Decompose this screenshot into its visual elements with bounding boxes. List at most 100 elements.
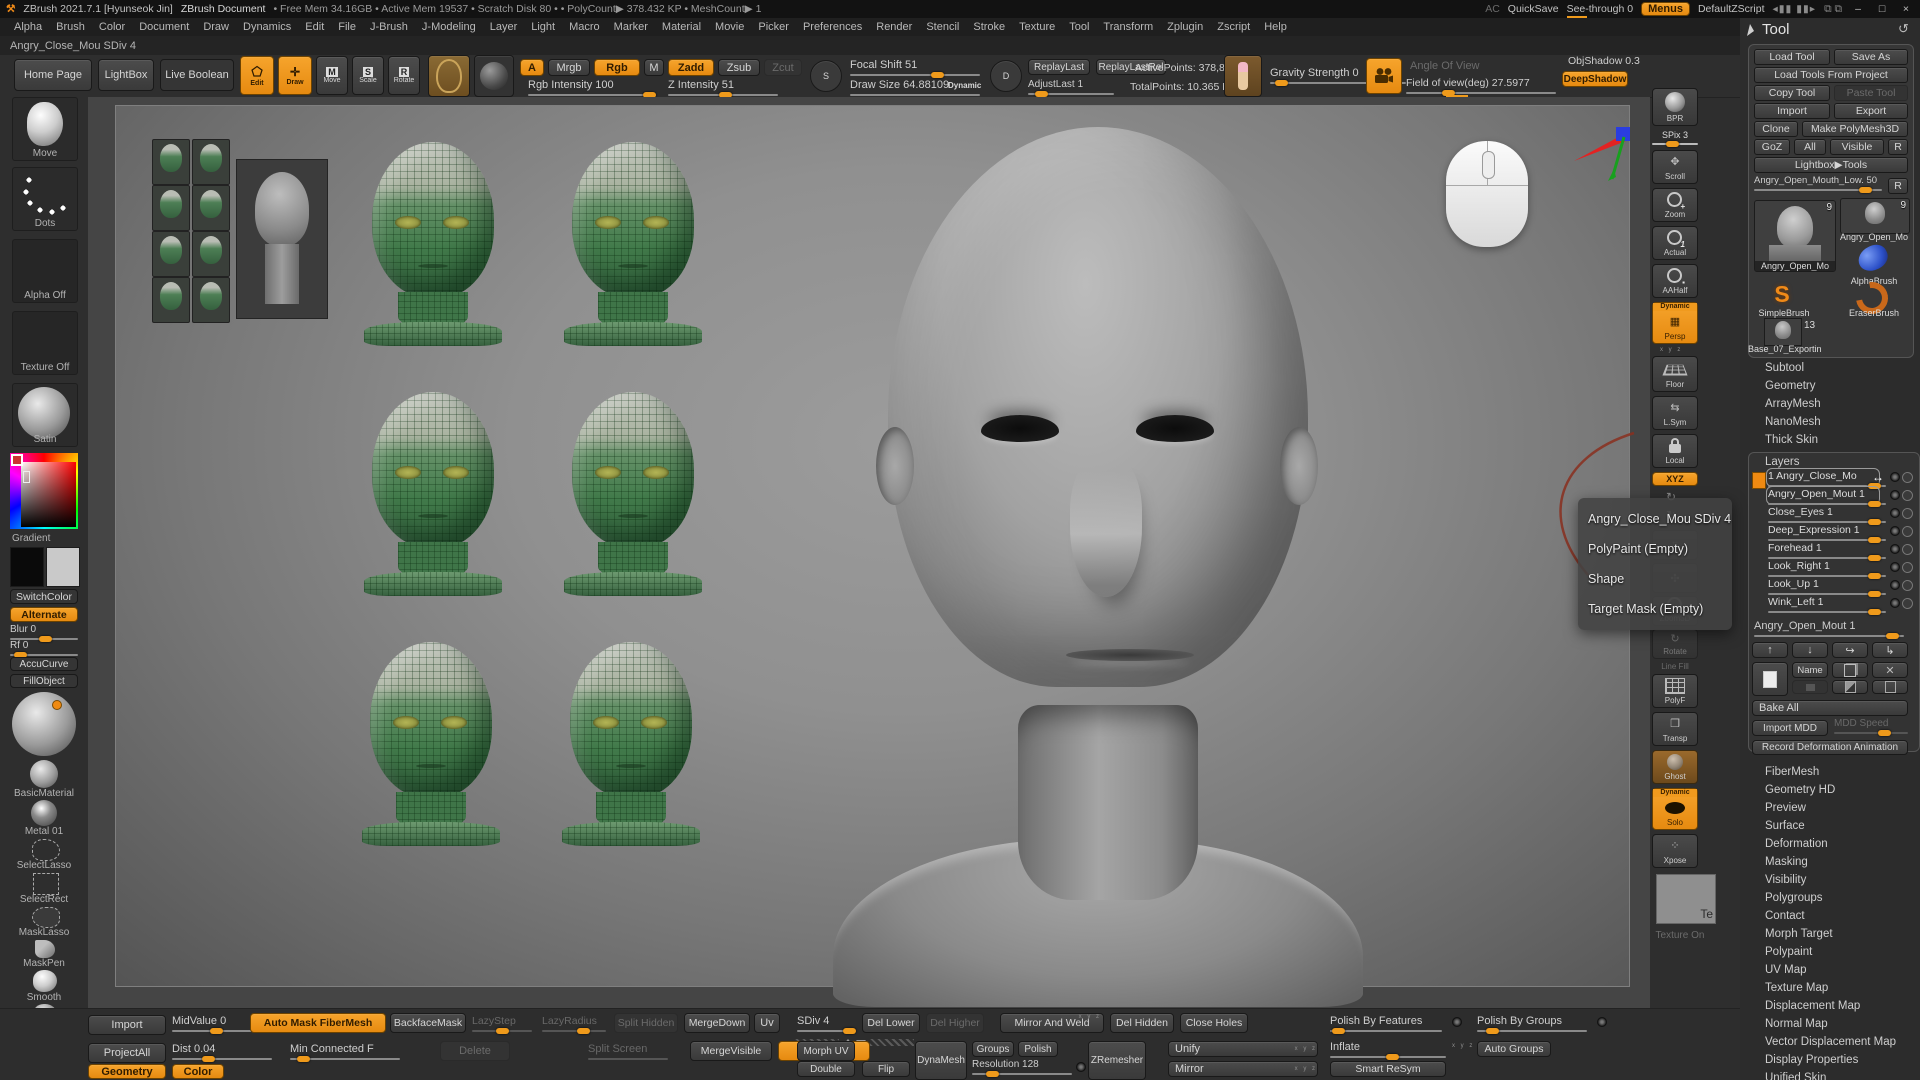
double-button[interactable]: Double <box>797 1061 855 1077</box>
export-button[interactable]: Export <box>1834 103 1908 119</box>
floor-button[interactable]: Floor <box>1652 356 1698 392</box>
current-material-thumb[interactable]: Satin <box>12 383 78 447</box>
current-stroke-swatch[interactable] <box>474 55 514 97</box>
menu-item[interactable]: Layer <box>490 21 518 33</box>
palette-item[interactable]: Masking <box>1765 856 1808 868</box>
layer-merge-down-button[interactable]: ↳ <box>1872 642 1908 658</box>
palette-item[interactable]: Surface <box>1765 820 1805 832</box>
main-color-swatch[interactable] <box>10 547 44 587</box>
default-zscript-button[interactable]: DefaultZScript <box>1698 3 1765 15</box>
slider-track[interactable] <box>797 1030 855 1032</box>
palette-item[interactable]: Displacement Map <box>1765 1000 1860 1012</box>
obj-shadow-label[interactable]: ObjShadow 0.3 <box>1568 55 1640 67</box>
auto-mask-fibermesh-button[interactable]: Auto Mask FiberMesh <box>250 1013 386 1033</box>
layer-row[interactable]: Look_Right 1 <box>1768 560 1908 577</box>
tool-slider[interactable]: Angry_Open_Mouth_Low. 50 <box>1754 175 1882 191</box>
selected-layer-slider[interactable]: Angry_Open_Mout 1 <box>1754 620 1904 637</box>
move-button[interactable]: M Move <box>316 56 348 95</box>
menu-item[interactable]: Macro <box>569 21 600 33</box>
import-button[interactable]: Import <box>1754 103 1830 119</box>
slider-track[interactable] <box>1330 1030 1442 1032</box>
expression-thumb[interactable] <box>152 185 190 231</box>
rgb-button[interactable]: Rgb <box>594 59 640 76</box>
layer-record-icon[interactable] <box>1890 490 1900 500</box>
transp-button[interactable]: ❒ Transp <box>1652 712 1698 746</box>
mirror-button[interactable]: Mirror x y z <box>1168 1061 1318 1077</box>
menu-item[interactable]: Zscript <box>1217 21 1250 33</box>
slider-track[interactable] <box>1028 93 1114 95</box>
sdiv-slider[interactable]: SDiv 4 <box>797 1015 855 1032</box>
window-layout-icons[interactable]: ⧉ ⧉ <box>1824 3 1842 16</box>
menu-item[interactable]: Stencil <box>926 21 959 33</box>
rf-slider[interactable]: Rf 0 <box>10 640 78 656</box>
rgb-intensity-slider[interactable]: Rgb Intensity 100 <box>528 79 656 96</box>
import-mdd-button[interactable]: Import MDD <box>1752 720 1828 736</box>
layer-row[interactable]: Angry_Open_Mout 1 <box>1768 488 1908 505</box>
layer-merge-right-button[interactable]: ↪ <box>1832 642 1868 658</box>
switch-color-button[interactable]: SwitchColor <box>10 589 78 604</box>
menu-item[interactable]: Picker <box>758 21 789 33</box>
layer-eye-icon[interactable] <box>1902 472 1913 483</box>
base-tool-thumb[interactable] <box>1764 318 1802 346</box>
slider-track[interactable] <box>542 1030 606 1032</box>
bpr-button[interactable]: BPR <box>1652 88 1698 126</box>
zremesher-button[interactable]: ZRemesher <box>1088 1041 1146 1080</box>
lightbox-button[interactable]: LightBox <box>98 59 154 91</box>
layer-row[interactable]: Look_Up 1 <box>1768 578 1908 595</box>
layer-eye-icon[interactable] <box>1902 580 1913 591</box>
palette-item[interactable]: Preview <box>1765 802 1806 814</box>
menu-item[interactable]: Draw <box>203 21 229 33</box>
menu-item[interactable]: Light <box>531 21 555 33</box>
close-holes-button[interactable]: Close Holes <box>1180 1013 1248 1033</box>
timeline-icons[interactable]: ◂▮▮ ▮▮▸ <box>1773 3 1817 15</box>
zoom-button[interactable]: Zoom <box>1652 188 1698 222</box>
load-tool-button[interactable]: Load Tool <box>1754 49 1830 65</box>
menu-item[interactable]: Help <box>1264 21 1287 33</box>
aahalf-button[interactable]: AAHalf <box>1652 264 1698 298</box>
mdd-speed-slider[interactable]: MDD Speed <box>1834 718 1908 734</box>
close-button[interactable]: × <box>1898 3 1914 15</box>
layer-invert-button[interactable] <box>1832 680 1868 694</box>
layer-name-button[interactable]: Name <box>1792 662 1828 678</box>
palette-item[interactable]: Polygroups <box>1765 892 1823 904</box>
menu-item[interactable]: Preferences <box>803 21 862 33</box>
scale-button[interactable]: S Scale <box>352 56 384 95</box>
layer-record-icon[interactable] <box>1890 562 1900 572</box>
split-screen-slider[interactable]: Split Screen <box>588 1043 668 1060</box>
layer-eye-icon[interactable] <box>1902 562 1913 573</box>
menu-item[interactable]: J-Modeling <box>422 21 476 33</box>
palette-item[interactable]: Geometry HD <box>1765 784 1835 796</box>
line-fill-label[interactable]: Line Fill <box>1648 662 1702 671</box>
layer-intensity-track[interactable] <box>1768 593 1886 595</box>
slider-track[interactable] <box>1834 732 1908 734</box>
menu-item[interactable]: Material <box>662 21 701 33</box>
replay-curve-icon[interactable]: D <box>990 60 1022 92</box>
dist-slider[interactable]: Dist 0.04 <box>172 1043 272 1060</box>
recent-tool-thumb[interactable]: 9 <box>1840 198 1910 234</box>
camera-icon[interactable] <box>1366 58 1402 94</box>
lightbox-tools-button[interactable]: Lightbox▶Tools <box>1754 157 1908 173</box>
polish-features-mode-toggle[interactable] <box>1452 1017 1462 1027</box>
lsym-button[interactable]: ⇆ L.Sym <box>1652 396 1698 430</box>
metal-material-sphere[interactable] <box>31 800 57 826</box>
document-canvas[interactable] <box>88 97 1650 1008</box>
texture-on-label[interactable]: Texture On <box>1640 930 1720 941</box>
home-page-button[interactable]: Home Page <box>14 59 92 91</box>
current-alpha-thumb[interactable]: Alpha Off <box>12 239 78 303</box>
panel-collapse-icon[interactable] <box>1746 23 1758 37</box>
palette-item[interactable]: Polypaint <box>1765 946 1812 958</box>
auto-groups-button[interactable]: Auto Groups <box>1477 1041 1551 1057</box>
solo-button[interactable]: Dynamic Solo <box>1652 788 1698 830</box>
layer-record-icon[interactable] <box>1890 598 1900 608</box>
slider-track[interactable] <box>1754 189 1882 191</box>
layer-record-icon[interactable] <box>1890 580 1900 590</box>
palette-item[interactable]: NanoMesh <box>1765 416 1821 428</box>
menus-button[interactable]: Menus <box>1641 2 1690 16</box>
menu-item[interactable]: Transform <box>1103 21 1153 33</box>
see-through-slider[interactable]: See-through 0 <box>1567 3 1634 15</box>
palette-item[interactable]: Vector Displacement Map <box>1765 1036 1896 1048</box>
current-brush-swatch[interactable] <box>428 55 470 97</box>
layer-record-icon[interactable] <box>1890 544 1900 554</box>
layer-eye-icon[interactable] <box>1902 526 1913 537</box>
layer-eye-icon[interactable] <box>1902 544 1913 555</box>
